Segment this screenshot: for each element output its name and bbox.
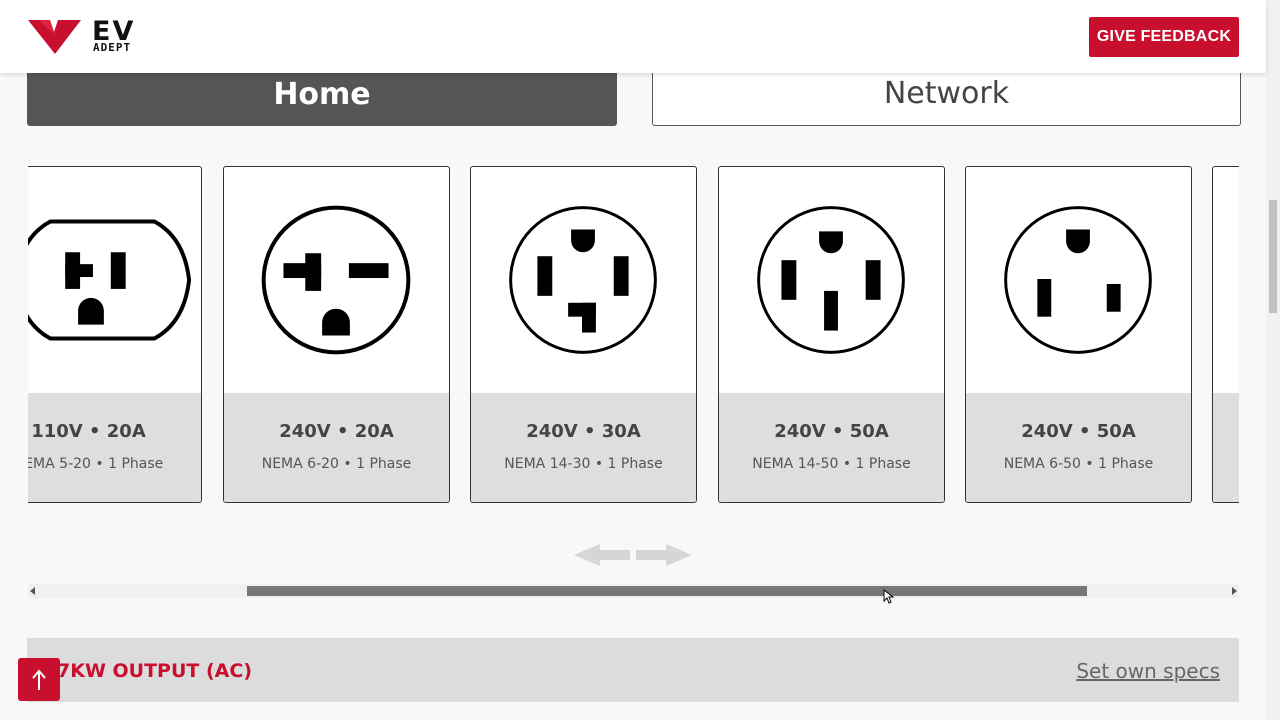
outlet-card-info: 110V • 20A NEMA 5-20 • 1 Phase [28,393,201,502]
back-to-top-button[interactable] [18,658,60,701]
outlet-card-subtitle: NEMA 6-50 • 1 Phase [1003,456,1154,472]
outlet-card-subtitle: NEMA 6-20 • 1 Phase [261,456,412,472]
outlet-card-info: 240V • 20A NEMA 6-20 • 1 Phase [224,393,449,502]
carousel-scrollbar[interactable] [28,584,1239,598]
outlet-card[interactable]: 240V • 50A NEMA 14-50 • 1 Phase [718,166,945,503]
swipe-arrows-icon [574,544,692,566]
output-title: 7KW OUTPUT (AC) [57,660,253,682]
carousel-scrollbar-thumb[interactable] [247,586,1087,596]
set-own-specs-link[interactable]: Set own specs [1076,659,1220,683]
outlet-card-title: 240V • 20A [279,421,394,442]
nema-14-30-outlet-icon [509,206,657,354]
outlet-card[interactable]: 110V • 20A NEMA 5-20 • 1 Phase [28,166,202,503]
scroll-right-arrow-icon[interactable] [1232,587,1237,595]
outlet-carousel[interactable]: 110V • 20A NEMA 5-20 • 1 Phase 240V • 20… [28,166,1239,504]
outlet-card-info [1213,393,1239,502]
outlet-card[interactable] [1212,166,1239,503]
outlet-card-title: 240V • 50A [1021,421,1136,442]
logo-subtext: ADEPT [93,41,132,54]
outlet-card-info: 240V • 50A NEMA 6-50 • 1 Phase [966,393,1191,502]
outlet-card-title: 240V • 50A [774,421,889,442]
nema-14-50-outlet-icon [757,206,905,354]
outlet-card[interactable]: 240V • 30A NEMA 14-30 • 1 Phase [470,166,697,503]
outlet-card[interactable]: 240V • 20A NEMA 6-20 • 1 Phase [223,166,450,503]
output-section: 7KW OUTPUT (AC) Set own specs [27,638,1239,702]
scroll-left-arrow-icon[interactable] [30,587,35,595]
page-scrollbar-thumb[interactable] [1269,200,1277,313]
arrow-up-icon [32,668,46,690]
page-scrollbar[interactable] [1266,0,1280,720]
nema-5-20-outlet-icon [28,219,192,341]
mouse-pointer-icon [883,589,895,604]
outlet-card[interactable]: 240V • 50A NEMA 6-50 • 1 Phase [965,166,1192,503]
outlet-card-title: 110V • 20A [31,421,146,442]
outlet-card-info: 240V • 50A NEMA 14-50 • 1 Phase [719,393,944,502]
ev-adept-logo[interactable]: EV ADEPT [28,18,158,58]
outlet-card-info: 240V • 30A NEMA 14-30 • 1 Phase [471,393,696,502]
outlet-card-subtitle: NEMA 14-50 • 1 Phase [752,456,911,472]
nema-6-20-outlet-icon [261,205,411,355]
logo-chevron-icon [28,20,81,54]
outlet-card-subtitle: NEMA 14-30 • 1 Phase [504,456,663,472]
nema-6-50-outlet-icon [1004,206,1152,354]
header: EV ADEPT GIVE FEEDBACK [0,0,1266,73]
give-feedback-button[interactable]: GIVE FEEDBACK [1089,17,1239,57]
outlet-card-title: 240V • 30A [526,421,641,442]
outlet-card-subtitle: NEMA 5-20 • 1 Phase [28,456,164,472]
